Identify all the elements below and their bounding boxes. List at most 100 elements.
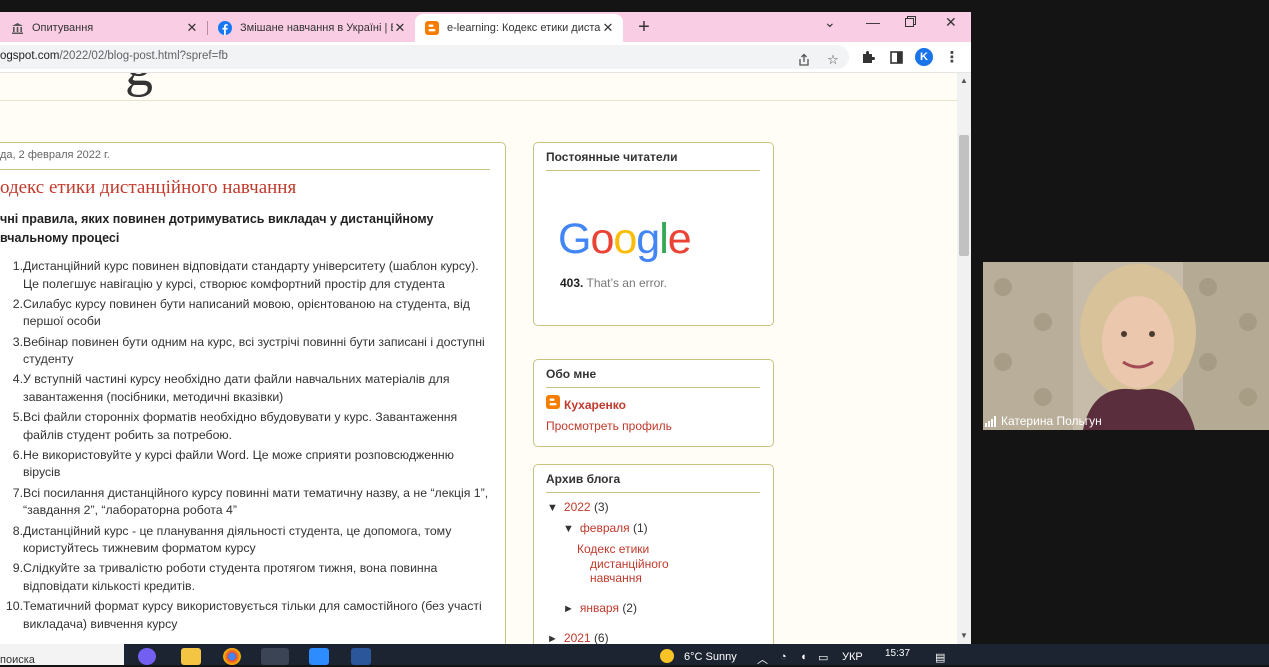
followers-title: Постоянные читатели	[546, 150, 678, 164]
volume-icon[interactable]: ◖	[800, 651, 807, 663]
rule-number: 6.	[12, 447, 23, 462]
followers-widget: Постоянные читатели Google 403. That’s a…	[533, 142, 774, 326]
bookmark-star-icon[interactable]: ☆	[825, 52, 841, 68]
rule-item: 5. Всі файли сторонніх форматів необхідно…	[0, 409, 490, 444]
video-tile[interactable]: Катерина Польгун	[983, 262, 1269, 430]
google-logo: Google	[558, 215, 692, 263]
language-indicator[interactable]: УКР	[842, 651, 863, 663]
rule-item: 3. Вебінар повинен бути одним на курс, вс…	[0, 334, 490, 369]
chrome-active-icon[interactable]	[261, 648, 289, 665]
archive-post-line: дистанційного	[590, 556, 669, 571]
notification-icon[interactable]: ▤	[935, 651, 945, 664]
address-bar[interactable]: ogspot.com/2022/02/blog-post.html?spref=…	[0, 45, 849, 69]
facebook-icon	[218, 21, 232, 35]
archive-month-link[interactable]: февраля	[580, 521, 630, 535]
triangle-down-icon[interactable]: ▼	[563, 523, 574, 535]
profile-avatar[interactable]: K	[915, 48, 933, 66]
extensions-icon[interactable]	[860, 49, 876, 65]
archive-title: Архив блога	[546, 472, 621, 486]
triangle-right-icon[interactable]: ►	[563, 603, 574, 615]
scroll-up-arrow-icon[interactable]: ▲	[960, 76, 968, 85]
archive-post-line: Кодекс етики	[577, 542, 650, 556]
archive-post-link[interactable]: Кодекс етики дистанційного навчання	[577, 542, 669, 586]
date-divider	[0, 169, 490, 170]
rule-text: Тематичний формат курсу використовується…	[23, 599, 482, 631]
rule-text: Вебінар повинен бути одним на курс, всі …	[23, 334, 485, 367]
clock[interactable]: 15:37	[885, 648, 910, 659]
archive-count: (2)	[622, 601, 637, 615]
url-text[interactable]: ogspot.com/2022/02/blog-post.html?spref=…	[0, 50, 228, 62]
viber-icon[interactable]	[138, 648, 156, 665]
about-widget: Обо мне Кухаренко Просмотреть профиль	[533, 359, 774, 447]
participant-name: Катерина Польгун	[1001, 414, 1102, 428]
archive-year-link[interactable]: 2022	[564, 500, 591, 514]
about-title: Обо мне	[546, 367, 597, 381]
widget-divider	[546, 492, 760, 493]
menu-dots-icon[interactable]: ⋮	[944, 49, 960, 66]
tab-zmishane-navchannia[interactable]: Змішане навчання в Україні | Bl ✕	[208, 14, 415, 42]
sun-icon	[660, 649, 674, 663]
new-tab-icon[interactable]: +	[634, 16, 654, 39]
author-name-link[interactable]: Кухаренко	[564, 398, 626, 412]
battery-icon[interactable]: ▭	[818, 651, 828, 664]
archive-count: (1)	[633, 521, 648, 535]
side-panel-icon[interactable]	[888, 49, 904, 65]
post-title[interactable]: одекс етики дистанційного навчання	[0, 177, 296, 199]
browser-window: Опитування ✕ Змішане навчання в Україні …	[0, 12, 971, 644]
blog-page: g да, 2 февраля 2022 г. одекс етики дист…	[0, 73, 957, 644]
tab-strip: Опитування ✕ Змішане навчання в Україні …	[0, 12, 971, 42]
taskbar-search[interactable]: поиска	[0, 644, 124, 666]
archive-month-jan[interactable]: ► января (2)	[563, 601, 637, 615]
file-explorer-icon[interactable]	[181, 648, 201, 665]
url-path: /2022/02/blog-post.html?spref=fb	[59, 50, 228, 62]
rule-number: 7.	[12, 485, 23, 500]
weather-text[interactable]: 6°C Sunny	[684, 651, 737, 663]
archive-year-link[interactable]: 2021	[564, 631, 591, 644]
rule-text: У вступній частині курсу необхідно дати …	[23, 372, 450, 404]
rule-text: Дистанційний курс - це планування діяльн…	[23, 523, 452, 556]
close-icon[interactable]: ✕	[185, 20, 199, 36]
chrome-icon[interactable]	[223, 648, 241, 665]
archive-month-feb[interactable]: ▼ февраля (1)	[563, 521, 648, 535]
signal-strength-icon	[985, 415, 996, 427]
tab-e-learning[interactable]: e-learning: Кодекс етики дистан ✕	[415, 14, 623, 42]
triangle-right-icon[interactable]: ►	[547, 633, 558, 644]
tab-opytuvannia[interactable]: Опитування ✕	[0, 14, 207, 42]
rule-text: Силабус курсу повинен бути написаний мов…	[23, 296, 470, 329]
participant-video	[983, 262, 1269, 430]
blog-heading-fragment: g	[125, 73, 153, 99]
archive-count: (3)	[593, 500, 609, 514]
author-row: Кухаренко	[546, 395, 626, 414]
archive-month-link[interactable]: января	[580, 601, 619, 615]
browser-toolbar: ogspot.com/2022/02/blog-post.html?spref=…	[0, 42, 971, 73]
wifi-icon[interactable]: ◔	[780, 651, 787, 663]
archive-year-2021[interactable]: ► 2021 (6)	[547, 631, 609, 644]
archive-year-2022[interactable]: ▼ 2022 (3)	[547, 500, 609, 514]
scroll-down-arrow-icon[interactable]: ▼	[960, 631, 968, 640]
rule-item: 9. Слідкуйте за тривалістю роботи студент…	[0, 560, 490, 595]
close-icon[interactable]: ✕	[601, 20, 615, 36]
tab-search-chevron-icon[interactable]: ⌄	[824, 14, 836, 31]
page-scrollbar[interactable]: ▲ ▼	[957, 73, 971, 644]
minimize-icon[interactable]: —	[866, 14, 880, 30]
widget-divider	[546, 170, 760, 171]
zoom-icon[interactable]	[309, 648, 329, 665]
rule-number: 8.	[12, 523, 23, 538]
close-icon[interactable]: ✕	[393, 20, 407, 36]
scrollbar-thumb[interactable]	[959, 135, 969, 256]
rule-number: 2.	[12, 296, 23, 311]
tab-title: Опитування	[32, 22, 94, 34]
blogger-icon	[425, 21, 439, 35]
archive-count: (6)	[593, 631, 609, 644]
rule-text: Всі файли сторонніх форматів необхідно в…	[23, 410, 458, 442]
triangle-down-icon[interactable]: ▼	[547, 502, 558, 514]
word-icon[interactable]	[351, 648, 371, 665]
window-close-icon[interactable]: ✕	[945, 14, 957, 31]
share-icon[interactable]	[796, 52, 812, 68]
participant-label: Катерина Польгун	[985, 414, 1102, 428]
header-divider	[0, 100, 957, 101]
maximize-icon[interactable]	[905, 14, 916, 30]
view-profile-link[interactable]: Просмотреть профиль	[546, 419, 672, 433]
rule-number: 4.	[12, 372, 23, 387]
rule-item: 10. Тематичний формат курсу використовуєт…	[0, 598, 490, 633]
